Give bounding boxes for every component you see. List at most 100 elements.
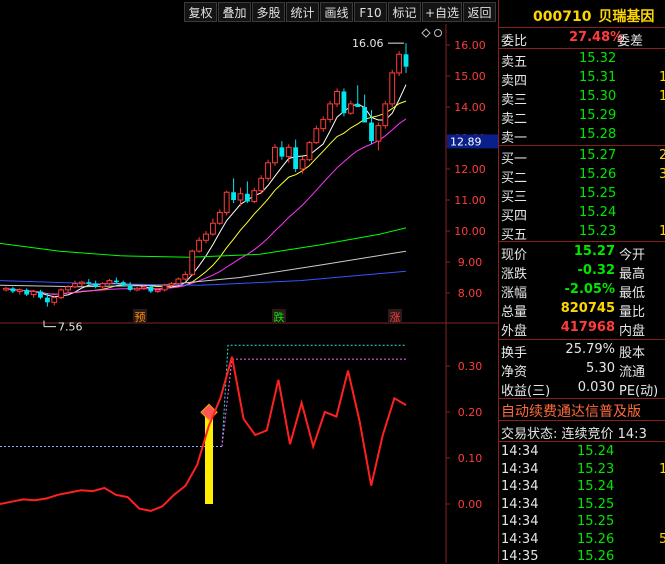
candle-body-11 <box>78 281 85 285</box>
low-label: 7.56 <box>58 321 83 334</box>
indicator-axis-label-1: 0.20 <box>458 406 483 419</box>
candle-body-42 <box>293 147 299 169</box>
stock-name: 贝瑞基因 <box>598 9 655 25</box>
bid-price-1: 15.26 <box>579 167 617 182</box>
candle-body-58 <box>403 54 409 67</box>
candle-body-45 <box>313 128 320 144</box>
ask-label-1: 卖四 <box>501 74 528 89</box>
candle-body-34 <box>237 193 244 201</box>
price-axis-label-0: 16.00 <box>454 39 486 52</box>
candle-body-47 <box>327 103 334 120</box>
stat-label-3: 总量 <box>501 305 528 320</box>
indicator-axis-label-2: 0.10 <box>458 452 483 465</box>
candle-body-55 <box>382 103 389 127</box>
weibi-label: 委比 <box>501 34 528 49</box>
ref-line-mid <box>221 358 406 447</box>
bid-label-2: 买三 <box>501 190 528 205</box>
candle-body-48 <box>334 91 340 105</box>
candle-body-16 <box>113 280 119 283</box>
candle-body-3 <box>24 289 30 295</box>
stat-label2-1: 最高 <box>619 267 646 282</box>
tick-price-5: 15.26 <box>577 531 615 547</box>
indicator-line <box>0 356 407 512</box>
toolbar-button-0[interactable]: 复权 <box>184 2 217 22</box>
ma20-line <box>5 118 407 295</box>
trade-status: 交易状态: 连续竞价 14:3 <box>501 427 647 442</box>
ask-price-1: 15.31 <box>579 70 617 85</box>
candle-body-39 <box>272 146 278 164</box>
toolbar-button-6[interactable]: 标记 <box>388 2 421 22</box>
candle-body-31 <box>216 211 223 224</box>
toolbar-button-2[interactable]: 多股 <box>252 2 285 22</box>
price-axis-label-5: 11.00 <box>454 194 486 207</box>
ask-vol-2: 1 <box>659 89 665 104</box>
price-axis-label-7: 9.00 <box>458 256 483 269</box>
candle-body-8 <box>58 289 65 299</box>
toolbar-button-5[interactable]: F10 <box>354 2 387 22</box>
toolbar-button-4[interactable]: 画线 <box>320 2 353 22</box>
stat-label-4: 外盘 <box>501 324 528 339</box>
stat2-label2-1: 流通 <box>619 365 646 380</box>
bid-price-2: 15.25 <box>579 186 617 201</box>
stat-value-0: 15.27 <box>573 244 615 259</box>
ask-price-4: 15.28 <box>579 127 617 142</box>
diamond-icon <box>421 28 431 38</box>
ask-label-3: 卖二 <box>501 112 528 127</box>
tick-time-4: 14:34 <box>501 514 539 529</box>
quote-panel: 000710 贝瑞基因 委比 27.48% 委差 卖五 15.32 卖四 15.31 1… <box>498 0 665 564</box>
toolbar-button-1[interactable]: 叠加 <box>218 2 251 22</box>
chart-toolbar: 复权 叠加 多股 统计 画线 F10 标记 +自选 返回 <box>0 0 498 24</box>
tick-time-3: 14:34 <box>501 496 539 512</box>
weicha-label: 委差 <box>617 34 644 49</box>
stat-value-4: 417968 <box>560 320 615 335</box>
bid-vol-4: 1 <box>659 224 665 239</box>
candle-body-51 <box>355 103 361 107</box>
tick-price-6: 15.26 <box>577 549 615 564</box>
kline-chart[interactable]: 16.0015.0014.0013.0012.0011.0010.009.008… <box>0 24 498 563</box>
candle-body-57 <box>396 53 403 74</box>
candle-body-32 <box>223 191 230 213</box>
indicator-axis-label-0: 0.30 <box>458 360 483 373</box>
stat-label-0: 现价 <box>501 248 528 263</box>
toolbar-button-8[interactable]: 返回 <box>463 2 496 22</box>
bid-label-0: 买一 <box>501 152 528 167</box>
stock-code: 000710 <box>533 9 592 25</box>
stat2-value-1: 5.30 <box>586 361 615 376</box>
ask-price-0: 15.32 <box>579 51 617 66</box>
candle-body-0 <box>3 287 9 291</box>
bid-price-0: 15.27 <box>579 148 617 163</box>
price-axis-label-2: 14.00 <box>454 101 486 114</box>
current-price-tag: 12.89 <box>450 135 482 148</box>
candle-body-24 <box>168 283 175 286</box>
stat-label2-4: 内盘 <box>619 324 646 339</box>
candle-body-17 <box>120 282 126 286</box>
stat2-label2-2: PE(动) <box>619 384 659 399</box>
stat2-label-0: 换手 <box>501 346 528 361</box>
price-axis-label-4: 12.00 <box>454 163 486 176</box>
candle-body-53 <box>369 122 374 142</box>
toolbar-button-7[interactable]: +自选 <box>422 2 462 22</box>
bid-price-4: 15.23 <box>579 224 617 239</box>
candle-body-30 <box>209 222 216 235</box>
tick-vol-5: 5 <box>659 531 665 547</box>
candle-body-49 <box>341 91 347 114</box>
tick-time-5: 14:34 <box>501 531 539 547</box>
candle-body-1 <box>10 288 16 292</box>
tick-time-2: 14:34 <box>501 479 539 494</box>
bid-vol-0: 2 <box>659 148 665 163</box>
candle-body-33 <box>231 192 236 200</box>
ticker-marquee[interactable]: 自动续费通达信普及版 <box>501 401 641 421</box>
candle-body-10 <box>72 283 78 288</box>
price-axis-label-8: 8.00 <box>458 287 483 300</box>
toolbar-button-3[interactable]: 统计 <box>286 2 319 22</box>
candle-body-6 <box>44 297 50 303</box>
indicator-axis-label-3: 0.00 <box>458 498 483 511</box>
candle-body-12 <box>86 282 92 284</box>
stat-label2-3: 量比 <box>619 305 646 320</box>
candle-body-28 <box>196 239 203 252</box>
ask-price-3: 15.29 <box>579 108 617 123</box>
candle-body-4 <box>30 290 37 296</box>
stat2-value-2: 0.030 <box>577 380 615 395</box>
price-axis-label-6: 10.00 <box>454 225 486 238</box>
candle-body-18 <box>127 285 133 290</box>
